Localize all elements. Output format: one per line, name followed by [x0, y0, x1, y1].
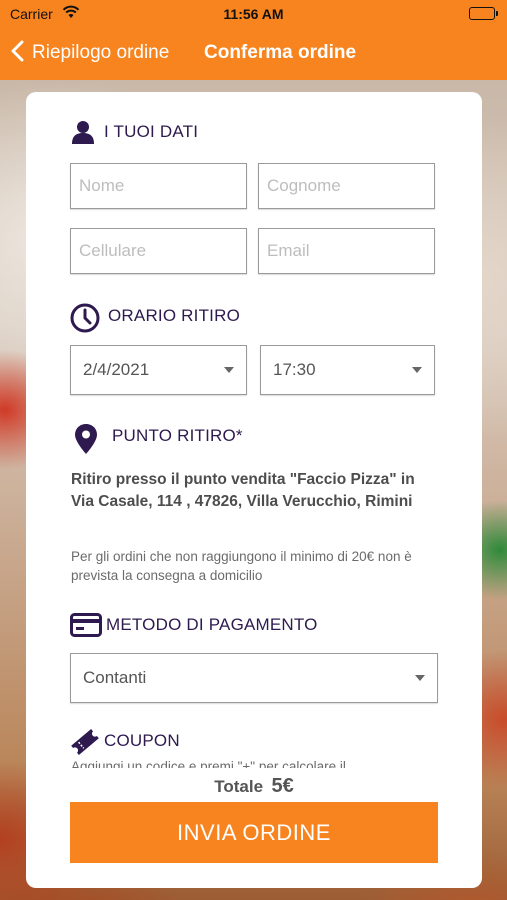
credit-card-icon: [70, 612, 102, 638]
chevron-down-icon: [224, 367, 234, 373]
back-button-label: Riepilogo ordine: [32, 42, 170, 63]
location-pin-icon: [74, 423, 100, 454]
chevron-left-icon: [10, 40, 24, 67]
page-title: Conferma ordine: [204, 42, 357, 63]
section-title: METODO DI PAGAMENTO: [106, 615, 318, 634]
name-placeholder: Nome: [79, 176, 125, 195]
payment-method-select[interactable]: Contanti: [70, 653, 438, 703]
date-value: 2/4/2021: [83, 360, 150, 379]
total-value: 5€: [271, 775, 294, 797]
navigation-bar: Riepilogo ordine Conferma ordine: [0, 30, 507, 80]
section-personal-data: I TUOI DATI: [70, 119, 198, 145]
section-title: PUNTO RITIRO*: [112, 426, 243, 445]
section-title: ORARIO RITIRO: [108, 306, 240, 325]
email-field[interactable]: Email: [258, 228, 435, 274]
submit-order-button[interactable]: INVIA ORDINE: [70, 802, 438, 863]
section-coupon: COUPON: [70, 728, 180, 755]
order-form-card: I TUOI DATI Nome Cognome Cellulare Email…: [26, 92, 482, 888]
user-icon: [70, 119, 96, 145]
payment-method-value: Contanti: [83, 668, 147, 687]
surname-placeholder: Cognome: [267, 176, 341, 195]
clock-icon: [70, 303, 100, 333]
order-total: Totale 5€: [26, 775, 482, 798]
section-pickup-point: PUNTO RITIRO*: [74, 423, 243, 454]
submit-order-label: INVIA ORDINE: [177, 819, 331, 845]
section-pickup-time: ORARIO RITIRO: [70, 303, 240, 333]
phone-field[interactable]: Cellulare: [70, 228, 247, 274]
chevron-down-icon: [415, 675, 425, 681]
time-value: 17:30: [273, 360, 316, 379]
email-placeholder: Email: [267, 241, 310, 260]
pickup-address: Ritiro presso il punto vendita "Faccio P…: [71, 471, 415, 510]
surname-field[interactable]: Cognome: [258, 163, 435, 209]
time-select[interactable]: 17:30: [260, 345, 435, 395]
delivery-note: Per gli ordini che non raggiungono il mi…: [71, 549, 412, 583]
section-title: COUPON: [104, 731, 180, 750]
date-select[interactable]: 2/4/2021: [70, 345, 247, 395]
back-button[interactable]: Riepilogo ordine: [10, 38, 169, 68]
battery-icon: [469, 7, 498, 20]
status-bar: Carrier 11:56 AM: [0, 0, 507, 30]
section-title: I TUOI DATI: [104, 122, 199, 141]
name-field[interactable]: Nome: [70, 163, 247, 209]
phone-placeholder: Cellulare: [79, 241, 147, 260]
total-label: Totale: [214, 777, 264, 796]
ticket-icon: [70, 728, 99, 755]
clock-time: 11:56 AM: [223, 6, 284, 22]
chevron-down-icon: [412, 367, 422, 373]
section-payment: METODO DI PAGAMENTO: [70, 612, 318, 638]
